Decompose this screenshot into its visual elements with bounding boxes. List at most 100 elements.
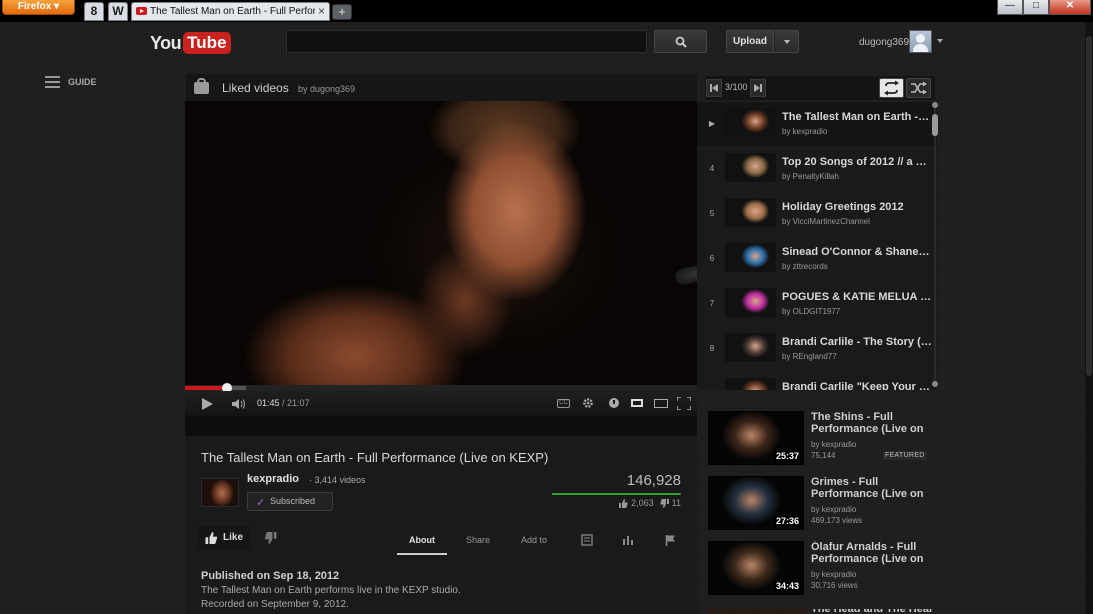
guide-button[interactable]: GUIDE	[45, 76, 97, 88]
play-icon[interactable]	[202, 398, 213, 410]
playlist-scrollbar[interactable]	[932, 102, 938, 387]
page-scrollbar-thumb[interactable]	[1086, 36, 1092, 376]
playlist-title[interactable]: Liked videos	[222, 81, 289, 95]
upload-button[interactable]: Upload	[726, 30, 774, 53]
related-video-title[interactable]: The Shins - Full Performance (Live on KE…	[811, 411, 931, 435]
scroll-down-dot[interactable]	[932, 381, 938, 387]
playlist-item-index: ▶	[708, 119, 716, 128]
browser-toolbar: Firefox ▾ 8 W The Tallest Man on Earth -…	[0, 0, 1093, 22]
youtube-favicon-icon	[136, 7, 147, 15]
playlist-list: ▶ The Tallest Man on Earth - Full Perform…	[697, 102, 937, 390]
youtube-logo[interactable]: You Tube	[150, 31, 231, 55]
related-video-thumbnail[interactable]	[708, 609, 804, 614]
video-duration: 27:36	[773, 516, 801, 527]
playlist-item-title[interactable]: Top 20 Songs of 2012 // a Peoples Music …	[782, 156, 932, 168]
scroll-up-dot[interactable]	[932, 102, 938, 108]
playlist-item-title[interactable]: Brandi Carlile - The Story (Live)	[782, 336, 932, 348]
related-video-title[interactable]: The Head and The Heart - Full Performanc…	[811, 609, 934, 614]
subscribe-button[interactable]: ✓ Subscribed	[247, 492, 333, 511]
playlist-item[interactable]: 8 Brandi Carlile - The Story (Live) by REn…	[697, 327, 937, 371]
maximize-button[interactable]: □	[1023, 0, 1049, 15]
playlist-item-thumbnail[interactable]	[725, 243, 776, 272]
youtube-page: You Tube Upload dugong369 GUIDE Liked vi…	[0, 22, 1093, 614]
related-video-thumbnail[interactable]: 34:43	[708, 541, 804, 595]
channel-name[interactable]: kexpradio	[247, 473, 299, 485]
search-input[interactable]	[286, 30, 647, 53]
shuffle-button[interactable]	[906, 78, 931, 98]
page-scrollbar[interactable]	[1085, 22, 1093, 614]
view-count: 146,928	[626, 472, 681, 489]
playlist-owner[interactable]: by dugong369	[298, 84, 355, 94]
close-tab-icon[interactable]: ×	[318, 4, 325, 18]
transcript-icon[interactable]	[581, 534, 593, 546]
playlist-item[interactable]: Brandi Carlile "Keep Your Heart Young"	[697, 372, 937, 390]
related-video[interactable]: 25:37 The Shins - Full Performance (Live …	[708, 411, 934, 467]
related-video-title[interactable]: Ólafur Arnalds - Full Performance (Live …	[811, 541, 931, 565]
channel-thumbnail[interactable]	[201, 478, 239, 507]
captions-icon[interactable]: CC	[557, 399, 570, 408]
related-video-channel: by kexpradio	[811, 505, 857, 514]
playlist-item-title[interactable]: Brandi Carlile "Keep Your Heart Young"	[782, 381, 932, 390]
tab-about[interactable]: About	[397, 535, 447, 555]
settings-gear-icon[interactable]	[582, 397, 594, 409]
search-button[interactable]	[654, 30, 707, 53]
skip-previous-icon	[710, 84, 718, 92]
tab-add-to[interactable]: Add to	[521, 535, 547, 545]
related-video-title[interactable]: Grimes - Full Performance (Live on KEXP)	[811, 476, 931, 500]
related-video-thumbnail[interactable]: 25:37	[708, 411, 804, 465]
playlist-item-title[interactable]: The Tallest Man on Earth - Full Performa…	[782, 111, 932, 123]
playlist-item[interactable]: 7 POGUES & KATIE MELUA , Fairytale of New…	[697, 282, 937, 326]
like-label: Like	[223, 532, 244, 543]
new-tab-button[interactable]: +	[332, 4, 352, 20]
related-video-thumbnail[interactable]: 27:36	[708, 476, 804, 530]
statistics-icon[interactable]	[622, 534, 634, 546]
likes-dislikes-row: 2,063 11	[613, 498, 681, 508]
app-tab-wikipedia[interactable]: W	[108, 2, 128, 21]
playlist-item[interactable]: ▶ The Tallest Man on Earth - Full Perform…	[697, 102, 937, 146]
playlist-item-title[interactable]: POGUES & KATIE MELUA , Fairytale of New …	[782, 291, 932, 303]
related-video[interactable]: 34:43 Ólafur Arnalds - Full Performance (…	[708, 541, 934, 597]
next-video-button[interactable]	[750, 79, 766, 97]
thumbs-down-icon	[264, 532, 277, 544]
tab-share[interactable]: Share	[466, 535, 490, 545]
playlist-item-thumbnail[interactable]	[725, 108, 776, 137]
playlist-item-title[interactable]: Holiday Greetings 2012	[782, 201, 932, 213]
previous-video-button[interactable]	[706, 79, 722, 97]
description-line: Recorded on September 9, 2012.	[201, 599, 349, 610]
avatar[interactable]	[909, 30, 932, 53]
thumbs-down-small-icon	[659, 498, 669, 508]
small-player-icon[interactable]	[631, 399, 643, 407]
playlist-item-thumbnail[interactable]	[725, 288, 776, 317]
related-video[interactable]: 27:36 Grimes - Full Performance (Live on …	[708, 476, 934, 532]
playlist-scroll-thumb[interactable]	[932, 114, 938, 136]
loop-button[interactable]	[879, 78, 904, 98]
username[interactable]: dugong369	[859, 37, 909, 48]
playlist-item[interactable]: 5 Holiday Greetings 2012 by VicciMartinezC…	[697, 192, 937, 236]
playlist-item-thumbnail[interactable]	[725, 198, 776, 227]
player-controls: 01:45 / 21:07 CC	[185, 391, 697, 416]
upload-dropdown-button[interactable]	[774, 30, 799, 53]
close-window-button[interactable]: ✕	[1049, 0, 1091, 15]
playlist-item[interactable]: 4 Top 20 Songs of 2012 // a Peoples Music…	[697, 147, 937, 191]
playlist-item-thumbnail[interactable]	[725, 333, 776, 362]
account-chevron-down-icon[interactable]	[937, 39, 943, 43]
like-button[interactable]: Like	[197, 526, 251, 550]
volume-icon[interactable]	[232, 398, 246, 410]
video-frame[interactable]	[185, 101, 697, 385]
playlist-item[interactable]: 6 Sinead O'Connor & Shane MacGowan by zttr…	[697, 237, 937, 281]
app-tab-win8[interactable]: 8	[84, 2, 104, 21]
playlist-item-thumbnail[interactable]	[725, 378, 776, 390]
channel-video-count[interactable]: · 3,414 videos	[309, 475, 366, 485]
report-flag-icon[interactable]	[665, 534, 677, 546]
large-player-icon[interactable]	[654, 399, 668, 408]
video-player[interactable]: 01:45 / 21:07 CC	[185, 101, 697, 436]
related-video[interactable]: The Head and The Heart - Full Performanc…	[708, 609, 934, 614]
minimize-button[interactable]: —	[997, 0, 1023, 15]
fullscreen-icon[interactable]	[677, 397, 691, 410]
annotations-icon[interactable]	[609, 398, 619, 408]
dislike-button[interactable]	[259, 526, 283, 550]
browser-tab-active[interactable]: The Tallest Man on Earth - Full Performa…	[131, 2, 330, 21]
playlist-item-title[interactable]: Sinead O'Connor & Shane MacGowan	[782, 246, 932, 258]
firefox-menu-button[interactable]: Firefox ▾	[2, 0, 75, 15]
playlist-item-thumbnail[interactable]	[725, 153, 776, 182]
